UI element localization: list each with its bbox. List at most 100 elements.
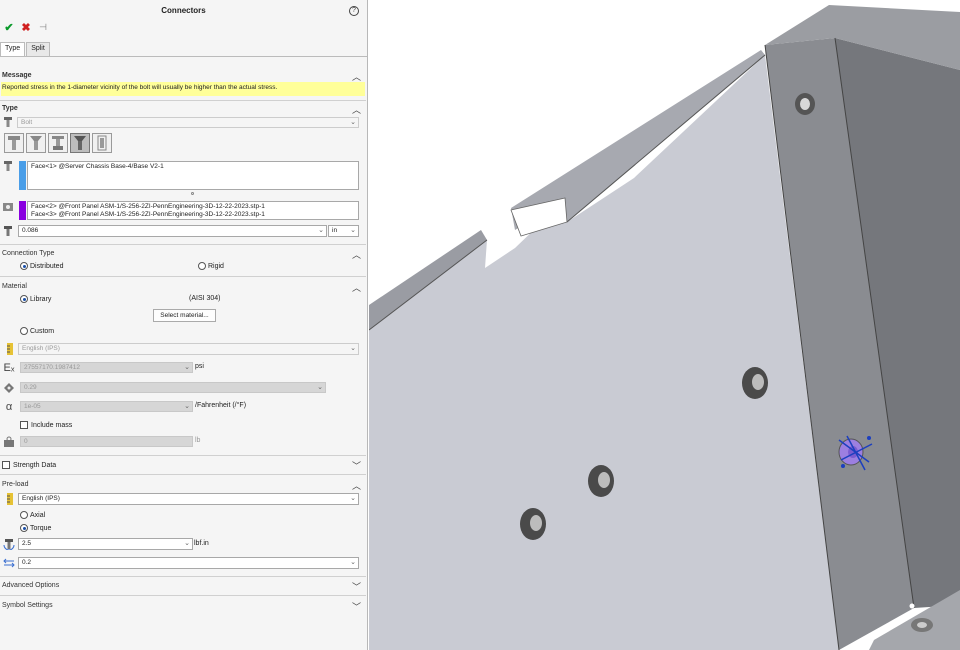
message-header: Message (2, 72, 32, 79)
material-units-select[interactable]: English (IPS) ⌄ (18, 343, 359, 355)
material-section-header[interactable]: Material ︿ (0, 281, 366, 293)
chevron-down-icon: ⌄ (184, 364, 190, 371)
library-label: Library (30, 295, 52, 303)
resize-handle[interactable] (191, 192, 194, 195)
bolt-countersunk-icon[interactable] (26, 133, 46, 153)
preload-section-header[interactable]: Pre-load ︿ (0, 479, 366, 491)
torque-radio[interactable]: Torque (20, 524, 51, 532)
bolt-head-face-icon (2, 160, 14, 172)
torque-input[interactable]: 2.5 ⌄ (18, 538, 193, 550)
axial-radio[interactable]: Axial (20, 511, 45, 519)
rigid-radio[interactable]: Rigid (198, 262, 224, 270)
friction-input[interactable]: 0.2 ⌄ (18, 557, 359, 569)
ok-icon[interactable]: ✔ (2, 20, 16, 34)
bolt-nut-icon[interactable] (48, 133, 68, 153)
bolt-pin-icon[interactable] (92, 133, 112, 153)
tab-type[interactable]: Type (0, 42, 26, 56)
include-mass-checkbox[interactable]: Include mass (20, 421, 72, 429)
alpha-icon: α (5, 401, 13, 413)
custom-label: Custom (30, 327, 55, 335)
advanced-header: Advanced Options (2, 582, 60, 589)
material-header: Material (2, 283, 27, 290)
radio-dot (198, 262, 206, 270)
modulus-unit: psi (195, 363, 204, 370)
radio-dot (20, 524, 28, 532)
radio-dot (20, 511, 28, 519)
bolt-standard-icon[interactable] (4, 133, 24, 153)
pem-nut-top[interactable] (795, 93, 815, 115)
bolt-foundation-icon[interactable] (70, 133, 90, 153)
type-section-header[interactable]: Type ︿ (0, 103, 366, 115)
diameter-unit-select[interactable]: in ⌄ (328, 225, 359, 237)
symbol-header: Symbol Settings (2, 602, 53, 609)
chevron-up-icon[interactable]: ︿ (352, 248, 361, 261)
units-icon (4, 343, 16, 355)
bolt-type-select[interactable]: Bolt ⌄ (17, 117, 359, 128)
nut-face-selection-box[interactable]: Face<2> @Front Panel ASM-1/S-256-2ZI-Pen… (27, 201, 359, 220)
preload-units-icon (4, 493, 16, 505)
bolt-icon (2, 116, 14, 128)
connection-section-header[interactable]: Connection Type ︿ (0, 248, 366, 260)
distributed-label: Distributed (30, 262, 64, 270)
tab-split[interactable]: Split (26, 42, 50, 56)
chevron-down-icon[interactable]: ﹀ (352, 580, 361, 593)
torque-value: 2.5 (22, 540, 32, 547)
model-view[interactable] (369, 0, 960, 650)
chevron-down-icon: ⌄ (184, 540, 190, 547)
pem-nut-1[interactable] (742, 367, 768, 399)
distributed-radio[interactable]: Distributed (20, 262, 63, 270)
message-section-header[interactable]: Message ︿ (0, 70, 366, 82)
poisson-value: 0.29 (24, 384, 37, 391)
custom-radio[interactable]: Custom (20, 327, 54, 335)
strength-header: Strength Data (13, 461, 57, 469)
chevron-down-icon[interactable]: ﹀ (352, 600, 361, 613)
poisson-input[interactable]: 0.29 ⌄ (20, 382, 326, 393)
symbol-section-header[interactable]: Symbol Settings ﹀ (0, 600, 366, 612)
poisson-icon (3, 382, 15, 394)
checkbox-box (2, 461, 10, 469)
preload-header: Pre-load (2, 481, 29, 488)
face1-marker (19, 161, 26, 190)
graphics-area[interactable] (369, 0, 960, 650)
face3-text: Face<3> @Front Panel ASM-1/S-256-2ZI-Pen… (31, 211, 265, 218)
axial-label: Axial (30, 511, 46, 519)
chevron-down-icon: ⌄ (317, 384, 323, 391)
strength-section-header[interactable]: Strength Data ﹀ (0, 459, 366, 471)
radio-dot (20, 327, 28, 335)
mass-value: 0 (24, 438, 28, 445)
select-material-button[interactable]: Select material... (153, 309, 216, 322)
cancel-icon[interactable]: ✖ (19, 20, 33, 34)
chevron-down-icon: ⌄ (350, 345, 356, 352)
advanced-section-header[interactable]: Advanced Options ﹀ (0, 580, 366, 592)
mass-input[interactable]: 0 (20, 436, 193, 447)
face1-text: Face<1> @Server Chassis Base-4/Base V2-1 (31, 163, 164, 170)
help-icon[interactable]: ? (349, 6, 359, 16)
torque-icon (3, 538, 15, 550)
thermal-input[interactable]: 1e-05 ⌄ (20, 401, 193, 412)
chevron-up-icon[interactable]: ︿ (352, 479, 361, 492)
chevron-up-icon[interactable]: ︿ (352, 103, 361, 116)
message-text: Reported stress in the 1-diameter vicini… (1, 82, 365, 96)
material-units-value: English (IPS) (22, 345, 60, 352)
strength-data-checkbox[interactable]: Strength Data (2, 461, 56, 469)
tab-bar: Type Split (0, 42, 51, 56)
pem-nut-3[interactable] (520, 508, 546, 540)
chevron-down-icon: ⌄ (350, 227, 356, 234)
diameter-input[interactable]: 0.086 ⌄ (18, 225, 327, 237)
thermal-unit: /Fahrenheit (/°F) (195, 402, 247, 409)
preload-units-value: English (IPS) (22, 495, 60, 502)
pin-icon[interactable]: ⊣ (36, 20, 50, 34)
head-face-selection-box[interactable]: Face<1> @Server Chassis Base-4/Base V2-1 (27, 161, 359, 190)
preload-units-select[interactable]: English (IPS) ⌄ (18, 493, 359, 505)
modulus-input[interactable]: 27557170.1987412 ⌄ (20, 362, 193, 373)
mass-unit: lb (195, 437, 201, 444)
chevron-down-icon: ⌄ (350, 119, 356, 126)
chevron-down-icon[interactable]: ﹀ (352, 459, 361, 472)
chevron-up-icon[interactable]: ︿ (352, 281, 361, 294)
diameter-unit: in (332, 227, 338, 234)
action-buttons: ✔ ✖ ⊣ (2, 20, 50, 34)
rigid-label: Rigid (208, 262, 224, 270)
pem-nut-2[interactable] (588, 465, 614, 497)
library-radio[interactable]: Library (20, 295, 51, 303)
front-panel-face[interactable] (369, 55, 839, 650)
